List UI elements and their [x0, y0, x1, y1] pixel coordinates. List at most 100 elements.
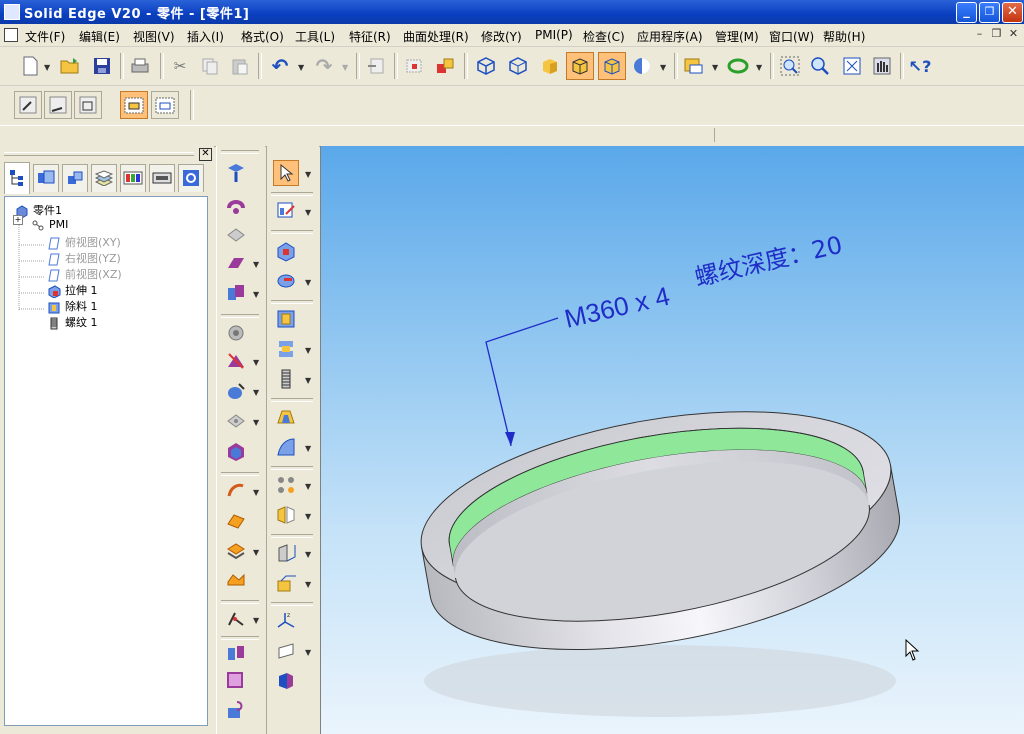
- select-filter-dropdown-icon[interactable]: ▼: [712, 63, 718, 72]
- revolve-tool-icon[interactable]: [273, 268, 299, 294]
- draft-icon[interactable]: [223, 408, 249, 434]
- mirror-tool-icon[interactable]: [273, 502, 299, 528]
- paste-special-icon[interactable]: [364, 54, 388, 78]
- shaded-icon[interactable]: [538, 54, 562, 78]
- round-dropdown-icon[interactable]: ▼: [253, 358, 259, 367]
- rib-icon[interactable]: [223, 478, 249, 504]
- pattern-tool-icon[interactable]: [273, 472, 299, 498]
- select-dropdown-icon[interactable]: ▼: [305, 170, 311, 179]
- round-icon[interactable]: [223, 348, 249, 374]
- open-icon[interactable]: [58, 54, 82, 78]
- coordinate-dropdown-icon[interactable]: ▼: [305, 580, 311, 589]
- menu-manage[interactable]: 管理(M): [715, 28, 759, 45]
- import-icon[interactable]: [402, 54, 426, 78]
- library-tab[interactable]: [149, 164, 175, 192]
- lofted-dropdown-icon[interactable]: ▼: [253, 260, 259, 269]
- sketch-icon[interactable]: [14, 91, 42, 119]
- shell-tool-icon[interactable]: [273, 404, 299, 430]
- select-plane-icon[interactable]: [44, 91, 72, 119]
- copy-icon[interactable]: [198, 54, 222, 78]
- menu-view[interactable]: 视图(V): [133, 28, 175, 45]
- sensors-tab[interactable]: [91, 164, 117, 192]
- pattern-icon[interactable]: [223, 668, 249, 694]
- solid-edge-app-icon[interactable]: [4, 4, 20, 20]
- menu-surfacing[interactable]: 曲面处理(R): [403, 28, 469, 45]
- revolved-cutout-dropdown-icon[interactable]: ▼: [305, 346, 311, 355]
- tree-item-front-plane[interactable]: 前视图(XZ): [47, 266, 122, 282]
- tree-item-thread[interactable]: 螺纹 1: [47, 314, 98, 330]
- part-view-icon[interactable]: [273, 668, 299, 694]
- mdi-close-button[interactable]: ✕: [1006, 27, 1021, 42]
- mounting-boss-dropdown-icon[interactable]: ▼: [253, 616, 259, 625]
- mdi-restore-button[interactable]: ❐: [989, 27, 1004, 42]
- ring-model[interactable]: [407, 380, 914, 681]
- surface-dropdown-icon[interactable]: ▼: [305, 444, 311, 453]
- hyperlink-icon[interactable]: [434, 54, 458, 78]
- rotate-icon[interactable]: [726, 54, 750, 78]
- hole-icon[interactable]: [223, 320, 249, 346]
- fit-icon[interactable]: [840, 54, 864, 78]
- thread-spec-label[interactable]: M360 x 4: [562, 281, 673, 334]
- mirror-dropdown-icon[interactable]: ▼: [305, 512, 311, 521]
- zoom-icon[interactable]: [808, 54, 832, 78]
- paste-icon[interactable]: [228, 54, 252, 78]
- whats-this-icon[interactable]: ↖?: [908, 54, 932, 78]
- panel-close-button[interactable]: ✕: [199, 148, 212, 161]
- menu-tools[interactable]: 工具(L): [295, 28, 335, 45]
- revolve-dropdown-icon[interactable]: ▼: [305, 278, 311, 287]
- color-tab[interactable]: [120, 164, 146, 192]
- minimize-button[interactable]: _: [956, 2, 977, 23]
- revolved-cutout-icon[interactable]: [273, 336, 299, 362]
- part-copy-icon[interactable]: [223, 698, 249, 724]
- redo-icon[interactable]: ↷: [312, 54, 336, 78]
- helical-dropdown-icon[interactable]: ▼: [253, 290, 259, 299]
- mdi-minimize-button[interactable]: –: [972, 27, 987, 42]
- sketch-plane-dropdown-icon[interactable]: ▼: [305, 648, 311, 657]
- layers-tab[interactable]: [33, 164, 59, 192]
- undo-icon[interactable]: ↶: [268, 54, 292, 78]
- lip-dropdown-icon[interactable]: ▼: [253, 548, 259, 557]
- lip-icon[interactable]: [223, 538, 249, 564]
- restore-button[interactable]: ❐: [979, 2, 1000, 23]
- thread-tool-icon[interactable]: [273, 366, 299, 392]
- feature-pathfinder-tab[interactable]: [4, 162, 30, 194]
- select-tool-icon[interactable]: [273, 160, 299, 186]
- undo-dropdown-icon[interactable]: ▼: [298, 63, 304, 72]
- cutout-tool-icon[interactable]: [273, 306, 299, 332]
- tree-item-extrude[interactable]: 拉伸 1: [47, 282, 98, 299]
- cut-icon[interactable]: ✂: [168, 54, 192, 78]
- rib-dropdown-icon[interactable]: ▼: [253, 488, 259, 497]
- menu-format[interactable]: 格式(O): [241, 28, 284, 45]
- menu-edit[interactable]: 编辑(E): [79, 28, 120, 45]
- save-icon[interactable]: [90, 54, 114, 78]
- view-3d-icon[interactable]: [151, 91, 179, 119]
- shaded-edges-icon[interactable]: [598, 52, 626, 80]
- tree-item-right-plane[interactable]: 右视图(YZ): [47, 250, 121, 266]
- menu-modify[interactable]: 修改(Y): [481, 28, 522, 45]
- view-2d-icon[interactable]: [120, 91, 148, 119]
- pattern-dropdown-icon[interactable]: ▼: [305, 482, 311, 491]
- lofted-protrusion-icon[interactable]: [223, 250, 249, 276]
- graphics-viewport[interactable]: M360 x 4 螺纹深度：20: [320, 146, 1024, 734]
- draft-dropdown-icon[interactable]: ▼: [253, 418, 259, 427]
- coordinate-system-icon[interactable]: [273, 570, 299, 596]
- thread-depth-label[interactable]: 螺纹深度：20: [692, 231, 845, 292]
- revolved-protrusion-icon[interactable]: [223, 192, 249, 218]
- sketch-dropdown-icon[interactable]: ▼: [305, 208, 311, 217]
- rotate-dropdown-icon[interactable]: ▼: [756, 63, 762, 72]
- plane-dropdown-icon[interactable]: ▼: [305, 550, 311, 559]
- profile-icon[interactable]: [74, 91, 102, 119]
- plane-tool-icon[interactable]: [273, 540, 299, 566]
- menu-file[interactable]: 文件(F): [25, 28, 65, 45]
- view-style-dropdown-icon[interactable]: ▼: [660, 63, 666, 72]
- redo-dropdown-icon[interactable]: ▼: [342, 63, 348, 72]
- menu-applications[interactable]: 应用程序(A): [637, 28, 703, 45]
- menu-window[interactable]: 窗口(W): [769, 28, 814, 45]
- dimetric-view-icon[interactable]: [506, 54, 530, 78]
- sketch-plane-icon[interactable]: [273, 638, 299, 664]
- protrusion-icon[interactable]: [223, 160, 249, 186]
- xyz-axes-icon[interactable]: z: [273, 608, 299, 634]
- zoom-area-icon[interactable]: [778, 54, 802, 78]
- vent-icon[interactable]: [223, 568, 249, 594]
- select-filter-icon[interactable]: [682, 54, 706, 78]
